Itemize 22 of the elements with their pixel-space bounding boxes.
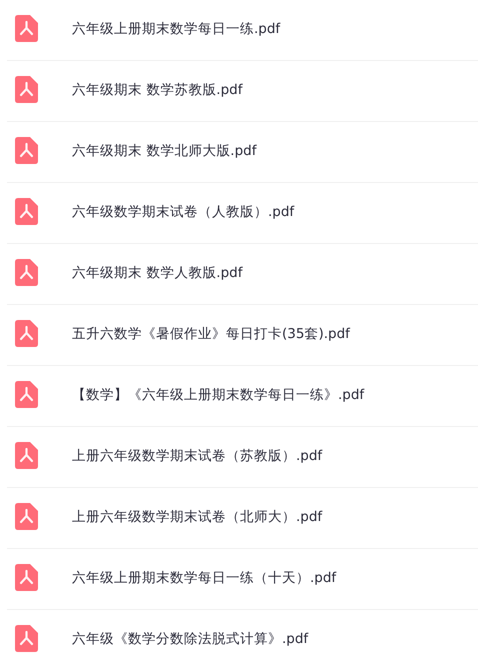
pdf-file-icon (15, 503, 38, 530)
file-name[interactable]: 六年级上册期末数学每日一练.pdf (72, 20, 280, 38)
pdf-file-icon (15, 15, 38, 42)
pdf-file-icon (15, 198, 38, 225)
file-name[interactable]: 【数学】《六年级上册期末数学每日一练》.pdf (72, 386, 364, 404)
pdf-file-icon (15, 381, 38, 408)
file-name[interactable]: 上册六年级数学期末试卷（北师大）.pdf (72, 508, 322, 526)
file-name[interactable]: 六年级数学期末试卷（人教版）.pdf (72, 202, 294, 220)
file-name[interactable]: 六年级期末 数学人教版.pdf (72, 264, 242, 282)
file-name[interactable]: 六年级《数学分数除法脱式计算》.pdf (72, 630, 308, 648)
file-name[interactable]: 六年级期末 数学北师大版.pdf (72, 142, 256, 160)
pdf-file-icon (15, 76, 38, 103)
file-name[interactable]: 六年级上册期末数学每日一练（十天）.pdf (72, 568, 336, 586)
pdf-file-icon (15, 564, 38, 591)
file-name[interactable]: 五升六数学《暑假作业》每日打卡(35套).pdf (72, 324, 350, 342)
pdf-file-icon (15, 259, 38, 286)
pdf-file-icon (15, 320, 38, 347)
file-name[interactable]: 上册六年级数学期末试卷（苏教版）.pdf (72, 446, 322, 464)
pdf-file-icon (15, 625, 38, 652)
pdf-file-icon (15, 137, 38, 164)
pdf-file-icon (15, 442, 38, 469)
file-name[interactable]: 六年级期末 数学苏教版.pdf (72, 80, 242, 98)
